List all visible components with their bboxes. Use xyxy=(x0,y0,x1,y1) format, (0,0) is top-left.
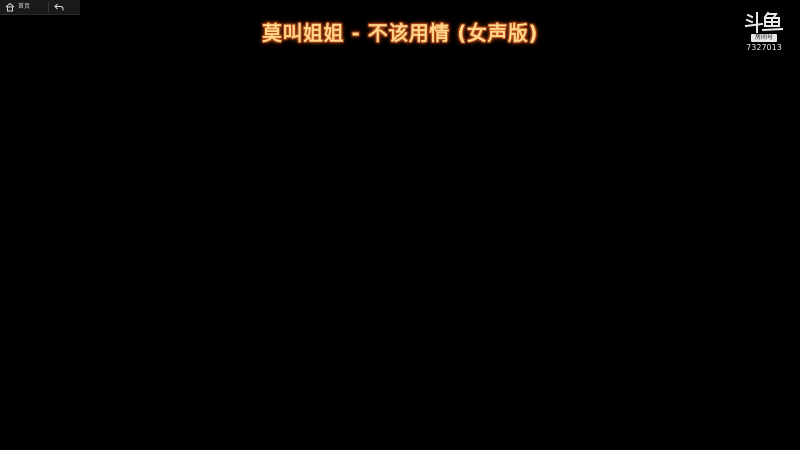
home-label: 首页 xyxy=(18,3,31,10)
song-title: 莫叫姐姐 - 不该用情 (女声版) xyxy=(262,21,538,45)
back-button[interactable] xyxy=(49,0,69,14)
home-icon xyxy=(5,2,15,12)
back-arrow-icon xyxy=(54,3,64,11)
home-button[interactable]: 首页 xyxy=(0,0,34,14)
top-left-toolbar: 首页 xyxy=(0,0,80,15)
douyu-watermark: 房间号 7327013 xyxy=(742,11,786,57)
room-label-badge: 房间号 xyxy=(750,34,777,42)
douyu-logo xyxy=(744,11,784,33)
room-number: 7327013 xyxy=(746,43,782,52)
video-player-screen: 首页 莫叫姐姐 - 不该用情 (女声版) 房间号 7327013 xyxy=(0,0,800,450)
